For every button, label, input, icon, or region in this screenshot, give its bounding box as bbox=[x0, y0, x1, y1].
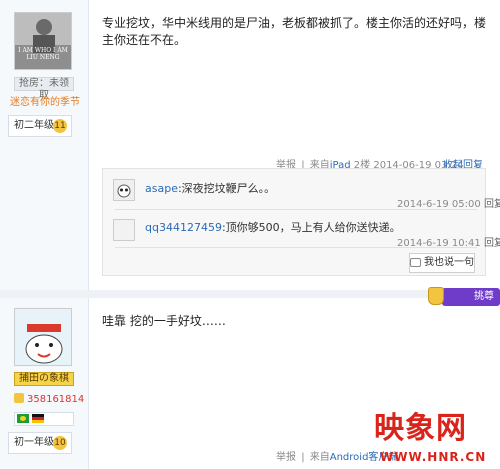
flag-row bbox=[14, 412, 74, 426]
reply-divider bbox=[115, 209, 477, 210]
reply-text: qq344127459:顶你够500，马上有人给你送快递。 bbox=[145, 219, 401, 235]
reply-action[interactable]: 回复 bbox=[484, 199, 500, 210]
reply-content: :深夜挖坟鞭尸么。。 bbox=[177, 182, 276, 195]
cartoon-avatar-image bbox=[15, 309, 71, 365]
default-avatar-icon bbox=[114, 220, 134, 240]
watermark-brand: 映象网 bbox=[374, 411, 467, 446]
member-title: 迷恋有你的季节 bbox=[10, 97, 80, 108]
reply-box: asape:深夜挖坟鞭尸么。。 2014-6-19 05:00 回复 qq344… bbox=[102, 168, 500, 276]
say-button-label: 我也说一句 bbox=[424, 257, 474, 268]
germany-flag-icon[interactable] bbox=[32, 414, 44, 423]
points-icon bbox=[14, 393, 24, 403]
reply-user[interactable]: asape bbox=[145, 182, 178, 195]
reply-avatar[interactable] bbox=[113, 179, 135, 201]
say-something-button[interactable]: 我也说一句 bbox=[409, 253, 475, 273]
post2-sidebar: 捕田の象棋 358161814 初一年级 10 bbox=[0, 298, 89, 469]
post1-avatar[interactable]: I AM WHO I AM LIU NENG bbox=[14, 12, 72, 70]
reply-avatar[interactable] bbox=[113, 219, 135, 241]
points-value: 358161814 bbox=[27, 394, 85, 405]
reply-action[interactable]: 回复 bbox=[484, 238, 500, 249]
report-link[interactable]: 举报 bbox=[276, 452, 296, 463]
hnr-watermark-logo: 映象网 WWW.HNR.CN bbox=[366, 412, 500, 469]
watermark-url: WWW.HNR.CN bbox=[380, 450, 487, 464]
panda-avatar-icon bbox=[114, 180, 134, 200]
level-name: 初二年级 bbox=[14, 120, 54, 131]
level-box: 初二年级 11 bbox=[8, 115, 72, 137]
vip-tag[interactable]: 挑尊 bbox=[428, 287, 500, 306]
source-prefix: 来自 bbox=[309, 452, 330, 463]
member-title-badge[interactable]: 捕田の象棋 bbox=[14, 372, 74, 386]
crown-icon bbox=[428, 287, 444, 305]
post-separator bbox=[0, 290, 500, 298]
avatar-image bbox=[15, 13, 71, 69]
post2-avatar[interactable] bbox=[14, 308, 72, 366]
medal-label[interactable]: 抢房：未领取 bbox=[14, 77, 74, 101]
comment-icon bbox=[410, 257, 421, 267]
reply-content: :顶你够500，马上有人给你送快递。 bbox=[221, 221, 401, 234]
reply-meta: 2014-6-19 05:00 回复 bbox=[397, 195, 500, 210]
level-badge: 10 bbox=[53, 436, 67, 450]
vip-tag-label: 挑尊 bbox=[474, 291, 494, 302]
reply-user[interactable]: qq344127459 bbox=[145, 221, 222, 234]
post1-content: 专业挖坟，华中米线用的是尸油，老板都被抓了。楼主你活的还好吗，楼主你还在不在。 bbox=[102, 16, 487, 47]
points-row: 358161814 bbox=[14, 393, 84, 405]
reply-text: asape:深夜挖坟鞭尸么。。 bbox=[145, 180, 275, 196]
reply-divider bbox=[115, 247, 477, 248]
level-badge: 11 bbox=[53, 119, 67, 133]
post1-sidebar: I AM WHO I AM LIU NENG 抢房：未领取 迷恋有你的季节 初二… bbox=[0, 0, 89, 290]
post2-content: 哇靠 挖的一手好坟…… bbox=[102, 314, 226, 328]
level-name: 初一年级 bbox=[14, 437, 54, 448]
avatar-caption: I AM WHO I AM LIU NENG bbox=[18, 47, 68, 61]
level-box: 初一年级 10 bbox=[8, 432, 72, 454]
brazil-flag-icon[interactable] bbox=[17, 414, 29, 423]
